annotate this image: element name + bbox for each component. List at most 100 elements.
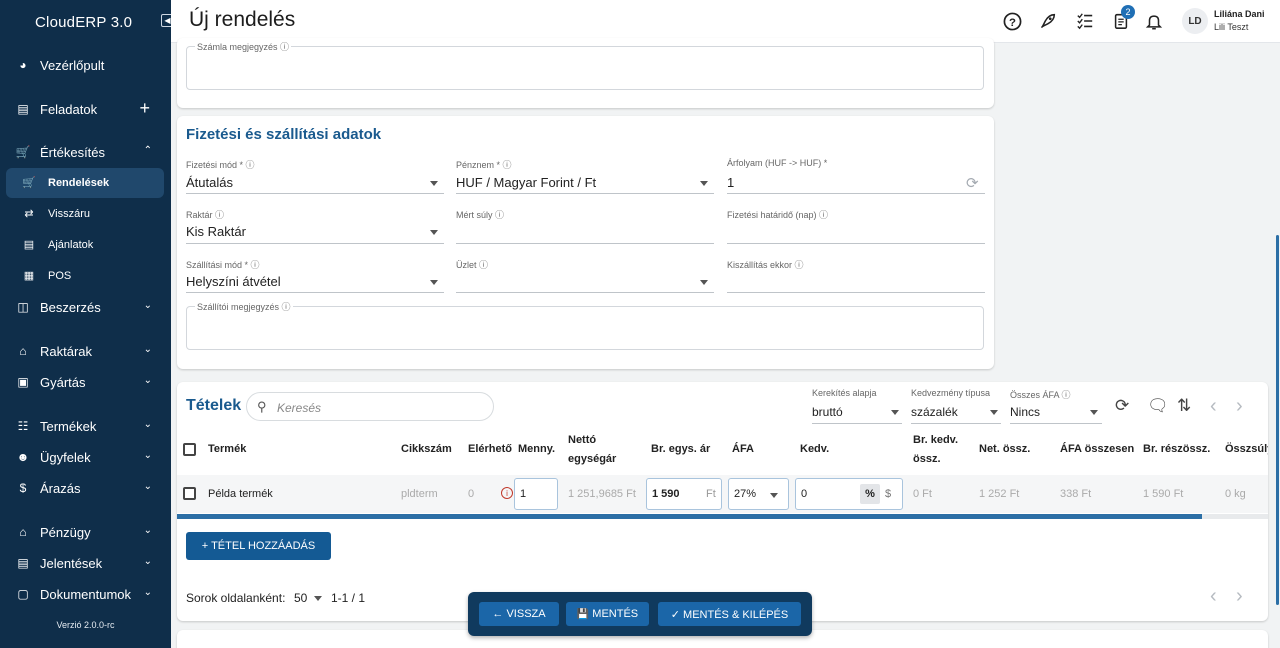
page-scrollbar[interactable] [1276, 235, 1279, 605]
sidebar-item-warehouses[interactable]: ⌂ Raktárak ⌄ [6, 336, 164, 366]
col-header[interactable]: Net. össz. [979, 440, 1030, 459]
payment-method-select[interactable]: Átutalás [186, 175, 233, 190]
col-header[interactable]: ÁFA összesen [1060, 440, 1134, 459]
chevron-down-icon[interactable] [990, 410, 998, 415]
shipping-method-select[interactable]: Helyszíni átvétel [186, 274, 281, 289]
total-vat-label: Összes ÁFA ⓘ [1010, 390, 1071, 400]
refresh-icon[interactable]: ⟳ [966, 174, 979, 192]
sidebar-item-returns[interactable]: ⇄ Visszáru [6, 199, 164, 229]
discount-input[interactable]: 0 % $ [795, 478, 903, 510]
warehouse-icon: ⌂ [19, 344, 27, 358]
col-header[interactable]: Összsúly [1225, 440, 1268, 459]
sidebar-item-label: Ügyfelek [40, 449, 91, 465]
chevron-left-icon[interactable]: ‹ [1210, 396, 1217, 416]
info-icon[interactable]: i [501, 487, 513, 499]
chevron-down-icon[interactable] [314, 596, 322, 601]
sidebar-item-sales[interactable]: 🛒 Értékesítés ⌃ [6, 137, 164, 167]
user-name: Liliána Dani [1214, 9, 1265, 19]
sidebar-item-label: Ajánlatok [48, 239, 94, 251]
chevron-right-icon[interactable]: › [1236, 396, 1243, 416]
comment-icon[interactable]: 🗨 [1147, 397, 1169, 414]
col-header[interactable]: Cikkszám [401, 440, 452, 459]
back-button[interactable]: ← VISSZA [479, 602, 559, 626]
chevron-down-icon[interactable] [1090, 410, 1098, 415]
add-item-button[interactable]: + TÉTEL HOZZÁADÁS [186, 532, 331, 560]
chevron-down-icon: ⌄ [143, 300, 152, 311]
chevron-down-icon[interactable] [430, 230, 438, 235]
sidebar-item-pricing[interactable]: $ Árazás ⌄ [6, 473, 164, 503]
sidebar-item-purchasing[interactable]: ◫ Beszerzés ⌄ [6, 292, 164, 322]
sidebar-item-tasks[interactable]: ▤ Feladatok + [6, 94, 164, 124]
vat-select[interactable]: 27% [728, 478, 789, 510]
sidebar-item-customers[interactable]: ☻ Ügyfelek ⌄ [6, 442, 164, 472]
add-task-icon[interactable]: + [139, 99, 150, 117]
discount-type-select[interactable]: százalék [911, 405, 958, 419]
sidebar-item-dashboard[interactable]: ◕ Vezérlőpult [6, 50, 164, 80]
col-header[interactable]: Br. részössz. [1143, 440, 1210, 459]
col-header[interactable]: ÁFA [732, 440, 754, 459]
col-header[interactable]: Br. kedv. össz. [913, 431, 969, 469]
people-icon: ☻ [16, 450, 30, 464]
search-input[interactable]: ⚲ Keresés [246, 392, 494, 421]
row-checkbox[interactable] [183, 487, 196, 500]
sidebar-item-finance[interactable]: ⌂ Pénzügy ⌄ [6, 517, 164, 547]
col-header[interactable]: Nettó egységár [568, 431, 620, 469]
gross-unit-input[interactable]: 1 590 Ft [646, 478, 722, 510]
chevron-down-icon[interactable] [430, 280, 438, 285]
chevron-left-icon[interactable]: ‹ [1210, 586, 1217, 606]
avatar[interactable]: LD [1182, 8, 1208, 34]
checklist-icon[interactable] [1075, 11, 1095, 31]
total-vat-select[interactable]: Nincs [1010, 405, 1040, 419]
col-header[interactable]: Elérhető [468, 440, 512, 459]
exchange-rate-input[interactable]: 1 [727, 175, 734, 190]
chevron-down-icon[interactable] [891, 410, 899, 415]
sidebar-item-reports[interactable]: ▤ Jelentések ⌄ [6, 548, 164, 578]
sidebar-item-quotes[interactable]: ▤ Ajánlatok [6, 230, 164, 260]
sidebar-item-orders[interactable]: 🛒 Rendelések [6, 168, 164, 198]
amount-toggle[interactable]: $ [885, 488, 891, 500]
currency-select[interactable]: HUF / Magyar Forint / Ft [456, 175, 596, 190]
save-label: MENTÉS [592, 608, 639, 620]
col-header[interactable]: Br. egys. ár [651, 440, 710, 459]
cart-icon: 🛒 [15, 145, 31, 159]
rounding-select[interactable]: bruttó [812, 405, 843, 419]
table-row [177, 475, 1268, 513]
dollar-icon: $ [19, 481, 27, 495]
rows-per-page-select[interactable]: 50 [294, 591, 307, 605]
bell-icon[interactable] [1144, 11, 1164, 31]
supplier-note-field[interactable] [186, 306, 984, 350]
sort-icon[interactable]: ⇅ [1177, 397, 1191, 414]
chevron-down-icon[interactable] [700, 181, 708, 186]
chevron-down-icon[interactable] [430, 181, 438, 186]
scrollbar-thumb[interactable] [177, 514, 1202, 519]
chevron-right-icon[interactable]: › [1236, 586, 1243, 606]
select-all-checkbox[interactable] [183, 443, 196, 456]
sidebar-item-label: Raktárak [40, 343, 93, 359]
sidebar-item-pos[interactable]: ▦ POS [6, 261, 164, 291]
refresh-icon[interactable]: ⟳ [1115, 397, 1129, 414]
delivery-date-label: Kiszállítás ekkor ⓘ [727, 260, 804, 270]
horizontal-scrollbar[interactable] [177, 514, 1268, 519]
invoice-note-field[interactable] [186, 46, 984, 90]
sidebar-item-products[interactable]: ☷ Termékek ⌄ [6, 411, 164, 441]
col-header[interactable]: Kedv. [800, 440, 829, 459]
col-header[interactable]: Termék [208, 440, 246, 459]
col-header[interactable]: Menny. [518, 440, 555, 459]
percent-toggle[interactable]: % [860, 484, 880, 504]
warehouse-select[interactable]: Kis Raktár [186, 224, 246, 239]
chevron-down-icon: ⌄ [143, 344, 152, 355]
sidebar-item-production[interactable]: ▣ Gyártás ⌄ [6, 367, 164, 397]
help-icon[interactable]: ? [1002, 11, 1022, 31]
cell-vat-total: 338 Ft [1060, 488, 1092, 500]
chevron-down-icon[interactable] [700, 280, 708, 285]
discount-value: 0 [801, 488, 808, 500]
cell-product: Példa termék [208, 488, 273, 500]
sidebar-item-label: Jelentések [40, 555, 103, 571]
cell-net-unit: 1 251,9685 Ft [568, 488, 636, 500]
save-and-exit-button[interactable]: ✓ MENTÉS & KILÉPÉS [658, 602, 801, 626]
cell-gross-disc-total: 0 Ft [913, 488, 932, 500]
qty-input[interactable]: 1 [514, 478, 558, 510]
save-button[interactable]: 💾 MENTÉS [566, 602, 649, 626]
rocket-icon[interactable] [1038, 11, 1058, 31]
sidebar-item-documents[interactable]: ▢ Dokumentumok ⌄ [6, 579, 164, 609]
